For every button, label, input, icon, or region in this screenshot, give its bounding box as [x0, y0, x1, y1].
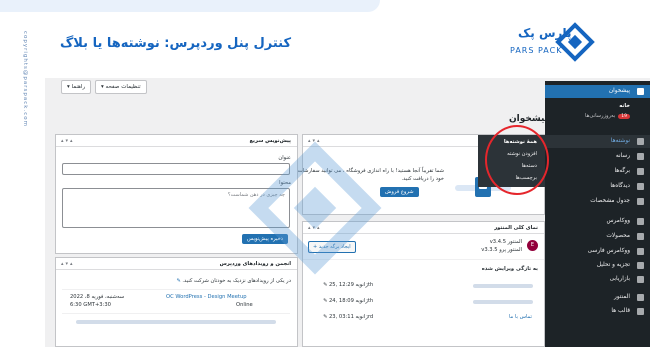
divider [62, 289, 290, 290]
sidebar-item-woocommerce[interactable]: ووکامرس [545, 215, 650, 228]
panel-controls-icon[interactable]: ▴▾▴ [61, 261, 75, 267]
sidebar-item-products[interactable]: محصولات [545, 230, 650, 243]
recently-edited-title: به تازگی ویرایش شده [481, 266, 538, 272]
sidebar-item-marketing[interactable]: بازاریابی [545, 273, 650, 286]
elementor-icon [637, 294, 644, 301]
wp-admin-area: تنظیمات صفحه ▾ راهنما ▾ پیشخوان پیش‌نویس… [45, 78, 650, 347]
sidebar-sub-updates[interactable]: 19به‌روزرسانی‌ها [545, 113, 650, 119]
blurred-row-link [473, 284, 533, 288]
sidebar-item-pages[interactable]: برگه‌ها [545, 165, 650, 178]
start-selling-button[interactable]: شروع فروش [380, 187, 419, 197]
events-intro: در یکی از رویدادهای نزدیک به خودتان شرکت… [176, 278, 291, 284]
page-title: پیشخوان [509, 114, 549, 124]
sidebar-item-custom-fields[interactable]: جدول مشخصات [545, 195, 650, 208]
blurred-row-link [473, 300, 533, 304]
sidebar-sub-home[interactable]: خانه [545, 103, 650, 109]
woo-fa-icon [637, 248, 644, 255]
divider [62, 313, 290, 314]
banner-decoration [0, 0, 380, 12]
sidebar-item-analytics[interactable]: تجزیه و تحلیل [545, 259, 650, 272]
panel-controls-icon[interactable]: ▴▾▴ [61, 138, 75, 144]
elementor-version: المنتور v3.4.5 [489, 239, 522, 245]
watermark-vertical: copyrights@parspack.com [21, 31, 29, 236]
watermark-text: copyrights@parspack.com [22, 31, 28, 127]
elementor-logo-icon: E [527, 240, 538, 251]
sidebar-item-media[interactable]: رسانه [545, 150, 650, 163]
parspack-logo-icon [555, 22, 595, 62]
event-time: 6:30 GMT+3:30 [70, 302, 111, 308]
screen-options-button[interactable]: تنظیمات صفحه ▾ [95, 80, 147, 94]
help-button[interactable]: راهنما ▾ [61, 80, 92, 94]
event-link[interactable]: OC WordPress - Design Meetup [166, 294, 247, 300]
table-icon [637, 198, 644, 205]
edit-date-1: ✎ ژانویه 12:29 ,25th [323, 282, 374, 288]
blurred-row [76, 320, 276, 324]
admin-sidebar: پیشخوان خانه 19به‌روزرسانی‌ها نوشته‌ها ر… [545, 81, 650, 347]
media-icon [637, 153, 644, 160]
elementor-pro-version: المنتور پرو v3.3.5 [481, 247, 522, 253]
templates-icon [637, 308, 644, 315]
banner-title: کنترل پنل وردپرس: نوشته‌ها یا بلاگ [60, 36, 292, 51]
sidebar-item-dashboard[interactable]: پیشخوان [545, 85, 650, 98]
edit-date-2: ✎ ژانویه 18:09 ,24th [323, 298, 374, 304]
edit-date-3: ✎ ژانویه 03:11 ,23rd [323, 314, 374, 320]
dashboard-icon [637, 88, 644, 95]
sidebar-item-posts[interactable]: نوشته‌ها [545, 135, 650, 148]
pin-icon [637, 138, 644, 145]
marketing-icon [637, 276, 644, 283]
highlight-circle [485, 125, 549, 195]
sidebar-item-templates[interactable]: قالب ها [545, 305, 650, 318]
woo-setup-text-2: خود را دریافت کنید. [401, 176, 444, 182]
edit-location-icon[interactable]: ✎ [176, 278, 180, 284]
updates-count-badge: 19 [618, 114, 630, 119]
banner: کنترل پنل وردپرس: نوشته‌ها یا بلاگ پارس … [0, 0, 650, 127]
watermark-logo-icon [248, 141, 382, 275]
recent-link-contact[interactable]: تماس با ما [509, 314, 532, 320]
comment-icon [637, 183, 644, 190]
event-date: سه‌شنبه، فوریه 8، 2022 [70, 294, 125, 300]
sidebar-item-woo-fa[interactable]: ووکامرس فارسی [545, 245, 650, 258]
sidebar-item-elementor[interactable]: المنتور [545, 291, 650, 304]
event-type: Online [236, 302, 253, 308]
sidebar-item-comments[interactable]: دیدگاه‌ها [545, 180, 650, 193]
products-icon [637, 233, 644, 240]
analytics-icon [637, 262, 644, 269]
woocommerce-icon [637, 218, 644, 225]
screen-meta-links: تنظیمات صفحه ▾ راهنما ▾ [45, 78, 545, 98]
page-icon [637, 168, 644, 175]
screenshot-page: کنترل پنل وردپرس: نوشته‌ها یا بلاگ پارس … [0, 0, 650, 347]
